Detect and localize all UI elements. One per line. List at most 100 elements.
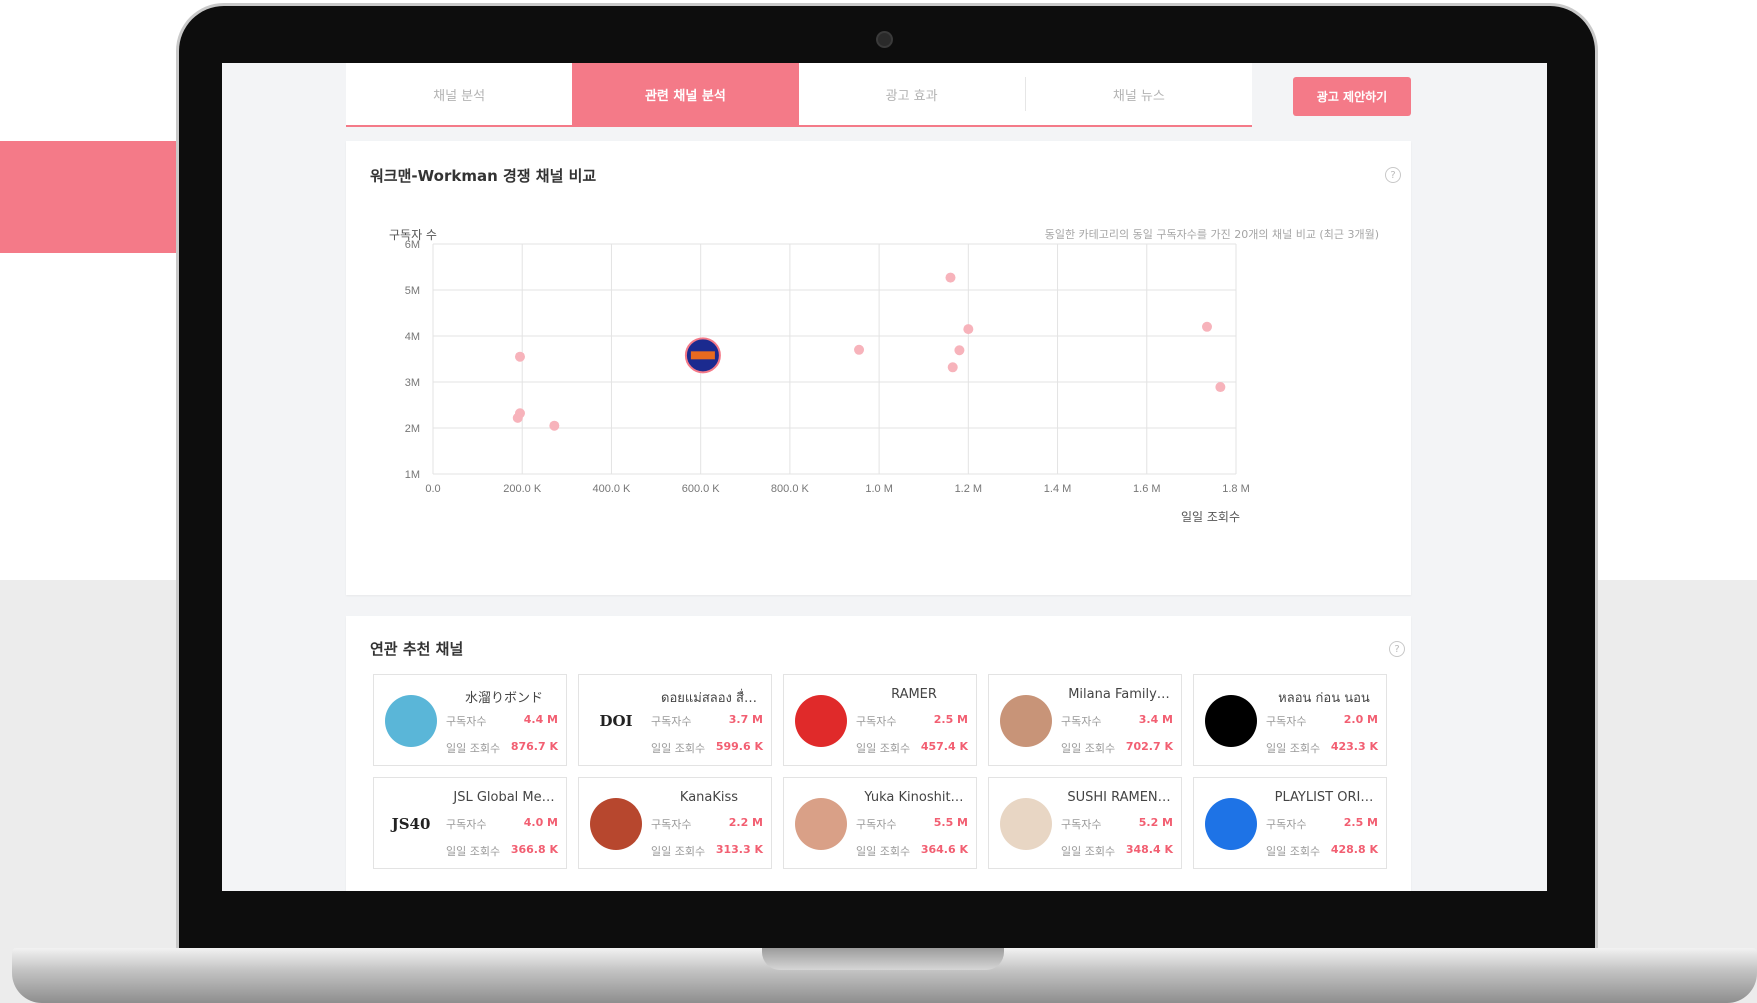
daily-views-label: 일일 조회수 [856, 845, 911, 858]
subscribers-label: 구독자수 [651, 715, 692, 728]
y-tick-label: 3M [405, 377, 420, 389]
scatter-point [1215, 382, 1226, 393]
channel-name: PLAYLIST ORI… [1274, 790, 1374, 805]
ad-proposal-button[interactable]: 광고 제안하기 [1293, 77, 1411, 116]
channel-logo-mark [690, 351, 715, 360]
channel-card[interactable]: Milana Family… 구독자수 3.4 M 일일 조회수 702.7 K [988, 674, 1182, 766]
y-tick-label: 1M [405, 469, 420, 481]
daily-views-label: 일일 조회수 [446, 742, 501, 755]
daily-views-label: 일일 조회수 [446, 845, 501, 858]
jsl-logo: JS40 [385, 798, 437, 850]
daily-views-label: 일일 조회수 [1061, 845, 1116, 858]
tab-ad-effect[interactable]: 광고 효과 [799, 63, 1025, 125]
channel-card[interactable]: JS40 JSL Global Me… 구독자수 4.0 M 일일 조회수 366.8 K [373, 777, 567, 869]
x-tick-label: 200.0 K [503, 483, 542, 495]
subscribers-label: 구독자수 [1061, 715, 1102, 728]
subscribers-label: 구독자수 [856, 715, 897, 728]
daily-views-label: 일일 조회수 [651, 845, 706, 858]
scatter-chart: 0.0 200.0 K 400.0 K 600.0 K 800.0 K 1.0 M 1.2 … [405, 239, 1250, 524]
channel-name: หลอน ก่อน นอน [1278, 691, 1370, 706]
daily-views-label: 일일 조회수 [1061, 742, 1116, 755]
x-tick-label: 1.6 M [1133, 483, 1161, 495]
scatter-point [963, 324, 974, 335]
screen: 채널 분석 관련 채널 분석 광고 효과 채널 뉴스 광고 제안하기 워크맨-W… [222, 63, 1547, 891]
channel-card[interactable]: KanaKiss 구독자수 2.2 M 일일 조회수 313.3 K [578, 777, 772, 869]
avatar-logo [1205, 695, 1257, 747]
channel-name: 水溜りボンド [464, 691, 543, 706]
subscribers-value: 5.2 M [1138, 816, 1173, 829]
avatar-photo [1000, 798, 1052, 850]
subscribers-value: 2.0 M [1343, 713, 1378, 726]
subscribers-label: 구독자수 [1061, 818, 1102, 831]
subscribers-label: 구독자수 [651, 818, 692, 831]
subscribers-value: 3.7 M [728, 713, 763, 726]
daily-views-value: 702.7 K [1125, 740, 1173, 753]
channel-card[interactable]: Yuka Kinoshit… 구독자수 5.5 M 일일 조회수 364.6 K [783, 777, 977, 869]
daily-views-value: 457.4 K [920, 740, 968, 753]
subscribers-label: 구독자수 [1266, 818, 1307, 831]
channel-card[interactable]: DOI ดอยแม่สลอง สื่… 구독자수 3.7 M 일일 조회수 599.6 K [578, 674, 772, 766]
tab-channel-analysis[interactable]: 채널 분석 [346, 63, 572, 125]
x-tick-label: 0.0 [425, 483, 440, 495]
channel-name: Yuka Kinoshit… [864, 790, 964, 805]
laptop-notch [762, 948, 1004, 970]
tab-channel-news[interactable]: 채널 뉴스 [1026, 63, 1252, 125]
tab-bar: 채널 분석 관련 채널 분석 광고 효과 채널 뉴스 [346, 63, 1252, 127]
subscribers-value: 5.5 M [933, 816, 968, 829]
camera-icon [876, 31, 893, 48]
subscribers-value: 4.0 M [523, 816, 558, 829]
subscribers-label: 구독자수 [446, 715, 487, 728]
channel-name: ดอยแม่สลอง สื่… [661, 691, 757, 706]
channel-name: KanaKiss [679, 790, 739, 805]
tab-related-channel-analysis[interactable]: 관련 채널 분석 [572, 63, 799, 125]
avatar-photo [385, 695, 437, 747]
question-icon[interactable]: ? [1389, 641, 1405, 657]
daily-views-value: 364.6 K [920, 843, 968, 856]
daily-views-value: 428.8 K [1330, 843, 1378, 856]
subscribers-value: 3.4 M [1138, 713, 1173, 726]
scatter-point [954, 345, 965, 356]
daily-views-label: 일일 조회수 [651, 742, 706, 755]
avatar-photo [1000, 695, 1052, 747]
y-tick-label: 2M [405, 423, 420, 435]
x-tick-label: 800.0 K [771, 483, 810, 495]
subscribers-label: 구독자수 [1266, 715, 1307, 728]
channel-name: JSL Global Me… [453, 790, 555, 805]
subscribers-label: 구독자수 [446, 818, 487, 831]
avatar-photo [590, 798, 642, 850]
daily-views-value: 366.8 K [510, 843, 558, 856]
daily-views-value: 348.4 K [1125, 843, 1173, 856]
channel-card[interactable]: PLAYLIST ORI… 구독자수 2.5 M 일일 조회수 428.8 K [1193, 777, 1387, 869]
x-tick-label: 1.8 M [1222, 483, 1250, 495]
scatter-point [514, 351, 525, 362]
subscribers-label: 구독자수 [856, 818, 897, 831]
recommend-title: 연관 추천 채널 [370, 640, 464, 658]
scatter-point [549, 420, 560, 431]
scatter-point [1202, 321, 1213, 332]
daily-views-label: 일일 조회수 [856, 742, 911, 755]
x-tick-label: 600.0 K [682, 483, 721, 495]
daily-views-value: 876.7 K [510, 740, 558, 753]
channel-name: RAMER [891, 687, 937, 702]
y-tick-label: 6M [405, 239, 420, 251]
scatter-point [854, 344, 865, 355]
recommend-card: 연관 추천 채널 ? 水溜りボンド 구독자수 4.4 M 일일 조회수 876.7 K D… [346, 616, 1411, 891]
subscribers-value: 2.2 M [728, 816, 763, 829]
playlist-logo [1205, 798, 1257, 850]
subscribers-value: 2.5 M [933, 713, 968, 726]
avatar-photo [795, 798, 847, 850]
doi-logo: DOI [590, 695, 642, 747]
channel-card[interactable]: หลอน ก่อน นอน 구독자수 2.0 M 일일 조회수 423.3 K [1193, 674, 1387, 766]
daily-views-value: 599.6 K [715, 740, 763, 753]
y-tick-label: 4M [405, 331, 420, 343]
scatter-point [947, 362, 958, 373]
channel-name: Milana Family… [1068, 687, 1170, 702]
x-tick-label: 400.0 K [592, 483, 631, 495]
subscribers-value: 2.5 M [1343, 816, 1378, 829]
scatter-point [512, 412, 523, 423]
channel-card[interactable]: SUSHI RAMEN… 구독자수 5.2 M 일일 조회수 348.4 K [988, 777, 1182, 869]
channel-card[interactable]: 水溜りボンド 구독자수 4.4 M 일일 조회수 876.7 K [373, 674, 567, 766]
daily-views-label: 일일 조회수 [1266, 845, 1321, 858]
x-tick-label: 1.4 M [1044, 483, 1072, 495]
channel-card[interactable]: RAMER 구독자수 2.5 M 일일 조회수 457.4 K [783, 674, 977, 766]
